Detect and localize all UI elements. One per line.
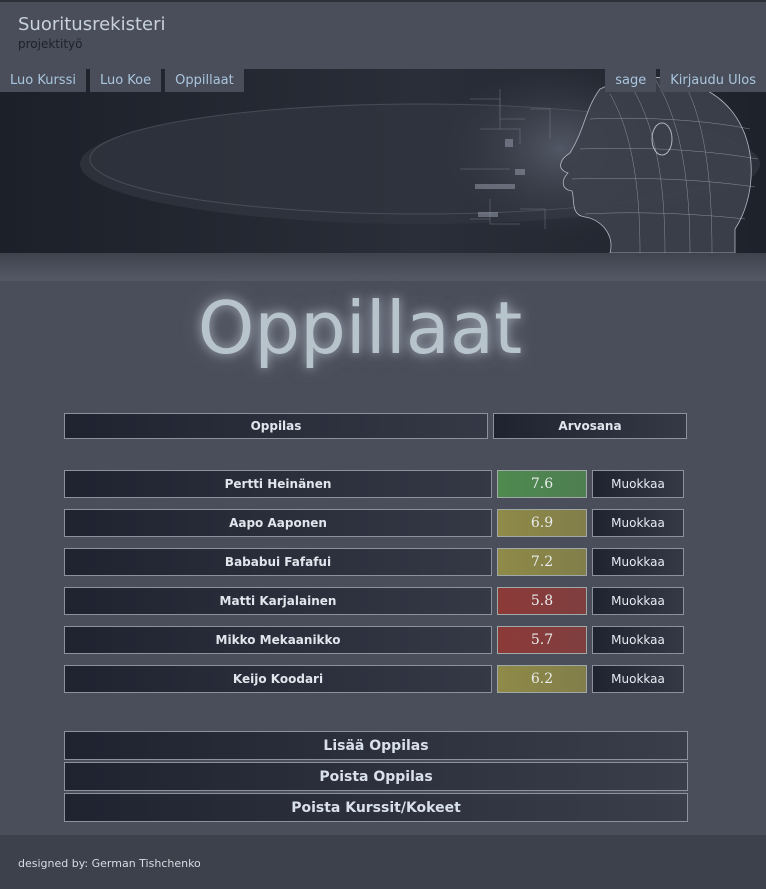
student-grade: 6.9 (497, 509, 587, 537)
footer-credit: designed by: German Tishchenko (18, 857, 201, 870)
student-grade: 7.6 (497, 470, 587, 498)
student-grade: 6.2 (497, 665, 587, 693)
site-header: Suoritusrekisteri projektityö (0, 0, 766, 69)
nav-left: Luo Kurssi Luo Koe Oppillaat (0, 69, 248, 92)
nav-logout[interactable]: Kirjaudu Ulos (660, 69, 766, 92)
site-title: Suoritusrekisteri (18, 14, 166, 35)
student-name: Keijo Koodari (64, 665, 492, 693)
header-grade: Arvosana (493, 413, 687, 439)
header-banner: Luo Kurssi Luo Koe Oppillaat sage Kirjau… (0, 69, 766, 254)
remove-student-button[interactable]: Poista Oppilas (64, 762, 688, 791)
student-name: Mikko Mekaanikko (64, 626, 492, 654)
nav-user[interactable]: sage (605, 69, 657, 92)
student-name: Bababui Fafafui (64, 548, 492, 576)
student-name: Matti Karjalainen (64, 587, 492, 615)
main-content: Oppillaat Oppilas Arvosana Pertti Heinän… (0, 281, 766, 835)
edit-student-button[interactable]: Muokkaa (592, 626, 684, 654)
edit-student-button[interactable]: Muokkaa (592, 548, 684, 576)
student-name: Pertti Heinänen (64, 470, 492, 498)
edit-student-button[interactable]: Muokkaa (592, 587, 684, 615)
banner-artwork (0, 69, 766, 253)
student-name: Aapo Aaponen (64, 509, 492, 537)
nav-luo-koe[interactable]: Luo Koe (89, 69, 162, 92)
edit-student-button[interactable]: Muokkaa (592, 509, 684, 537)
student-grade: 5.7 (497, 626, 587, 654)
site-subtitle: projektityö (18, 37, 83, 51)
add-student-button[interactable]: Lisää Oppilas (64, 731, 688, 760)
student-grade: 5.8 (497, 587, 587, 615)
header-student: Oppilas (64, 413, 488, 439)
nav-luo-kurssi[interactable]: Luo Kurssi (0, 69, 86, 92)
student-grade: 7.2 (497, 548, 587, 576)
page-title: Oppillaat (197, 286, 523, 370)
nav-right: sage Kirjaudu Ulos (601, 69, 766, 92)
edit-student-button[interactable]: Muokkaa (592, 470, 684, 498)
remove-courses-button[interactable]: Poista Kurssit/Kokeet (64, 793, 688, 822)
nav-oppillaat[interactable]: Oppillaat (165, 69, 244, 92)
separator-stripe (0, 253, 766, 281)
footer: designed by: German Tishchenko (0, 835, 766, 889)
edit-student-button[interactable]: Muokkaa (592, 665, 684, 693)
